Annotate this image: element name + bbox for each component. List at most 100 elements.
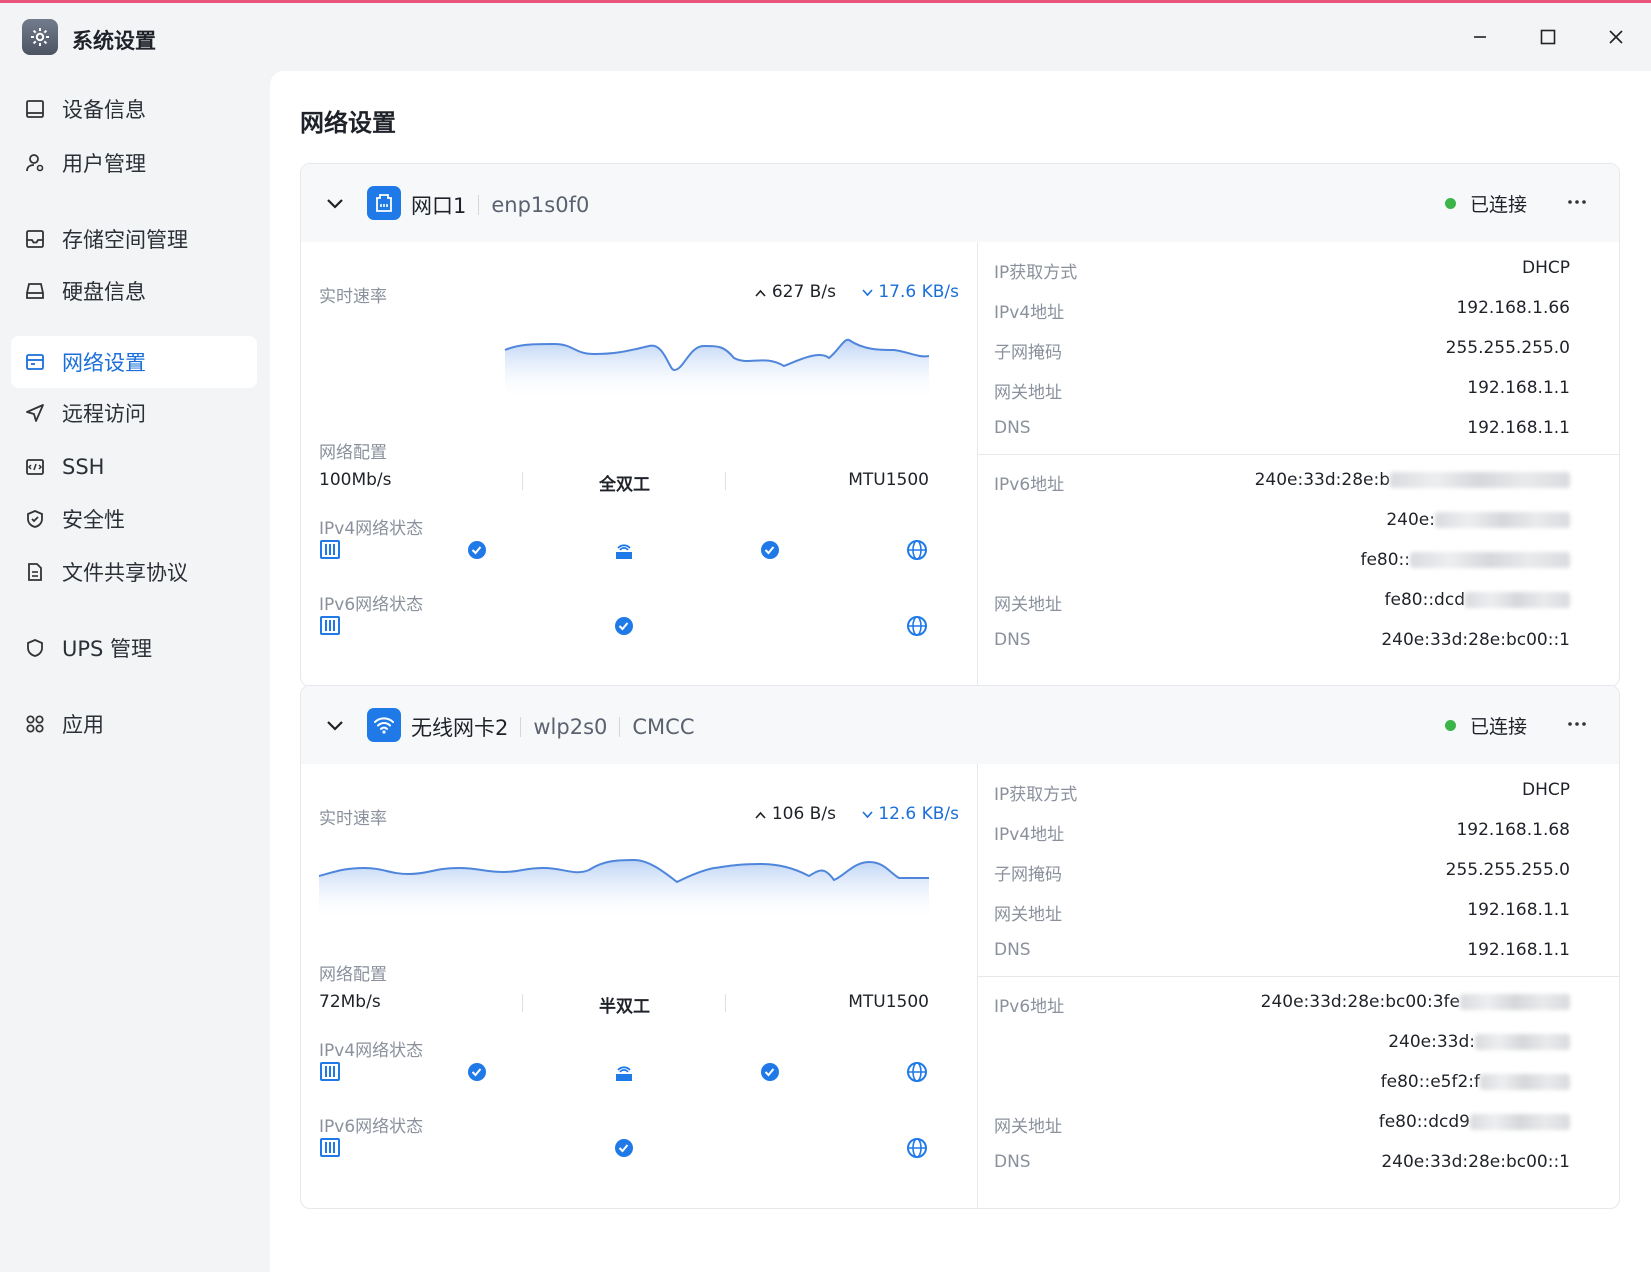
ups-shield-icon <box>24 637 46 659</box>
ipv6-status-label: IPv6网络状态 <box>319 595 424 615</box>
close-icon <box>1609 30 1623 44</box>
ipv6-row: 240e:33d: <box>994 1032 1570 1056</box>
network-card-ethernet: 网口1 enp1s0f0 已连接 实时速率 627 B/s 17.6 KB/s <box>300 163 1620 687</box>
sidebar-item-label: UPS 管理 <box>62 637 153 661</box>
settings-app-icon <box>22 19 58 55</box>
sidebar-item-ssh[interactable]: SSH <box>11 441 257 493</box>
port-icon <box>320 1062 340 1081</box>
gateway6-row: 网关地址 fe80::dcd9 <box>994 1112 1570 1137</box>
router-icon <box>616 544 632 559</box>
document-icon <box>24 561 46 583</box>
gateway6-row: 网关地址 fe80::dcd <box>994 590 1570 615</box>
section-divider <box>978 976 1619 977</box>
sidebar-item-device-info[interactable]: 设备信息 <box>11 83 257 135</box>
connection-status: 已连接 <box>1444 190 1527 217</box>
ipv6-status-path <box>320 616 927 636</box>
mask-row: 子网掩码 255.255.255.0 <box>994 860 1570 885</box>
ipv6-row: fe80:: <box>994 550 1570 574</box>
traffic-pane: 实时速率 106 B/s 12.6 KB/s 网络配置 72Mb/s 半双工 M <box>301 764 977 1208</box>
traffic-chart <box>504 338 929 400</box>
minimize-button[interactable] <box>1460 21 1500 53</box>
sidebar-item-ups[interactable]: UPS 管理 <box>11 622 257 674</box>
sidebar-item-label: 远程访问 <box>62 402 146 426</box>
gateway-row: 网关地址 192.168.1.1 <box>994 378 1570 403</box>
ipv6-status-path <box>320 1138 927 1158</box>
sidebar-item-label: 应用 <box>62 713 104 737</box>
speed-label: 实时速率 <box>319 287 387 307</box>
more-icon <box>1568 200 1586 204</box>
ipv4-row: IPv4地址 192.168.1.66 <box>994 298 1570 323</box>
user-icon <box>24 152 46 174</box>
more-options-button[interactable] <box>1557 186 1597 218</box>
card-header[interactable]: 无线网卡2 wlp2s0 CMCC 已连接 <box>301 686 1619 764</box>
ip-method-row: IP获取方式 DHCP <box>994 780 1570 805</box>
redacted-text <box>1470 1114 1570 1130</box>
ip-method-row: IP获取方式 DHCP <box>994 258 1570 283</box>
maximize-icon <box>1540 29 1556 45</box>
page-title: 网络设置 <box>300 109 396 137</box>
sidebar-item-remote-access[interactable]: 远程访问 <box>11 387 257 439</box>
check-icon <box>761 1063 779 1081</box>
maximize-button[interactable] <box>1528 21 1568 53</box>
ipv4-status-path <box>320 1062 927 1082</box>
card-header[interactable]: 网口1 enp1s0f0 已连接 <box>301 164 1619 242</box>
speed-readout: 106 B/s 12.6 KB/s <box>755 804 959 824</box>
chevron-down-icon[interactable] <box>323 713 347 737</box>
sidebar-item-apps[interactable]: 应用 <box>11 698 257 750</box>
more-options-button[interactable] <box>1557 708 1597 740</box>
dns-row: DNS 192.168.1.1 <box>994 940 1570 960</box>
terminal-icon <box>24 456 46 478</box>
duplex-mode: 全双工 <box>599 475 650 495</box>
header-divider <box>478 195 480 215</box>
globe-icon <box>907 1062 927 1082</box>
address-pane: IP获取方式 DHCP IPv4地址 192.168.1.68 子网掩码 255.25… <box>977 764 1619 1208</box>
check-icon <box>615 617 633 635</box>
sidebar-item-label: 设备信息 <box>62 98 146 122</box>
port-icon <box>320 616 340 635</box>
title-bar: 系统设置 <box>0 3 1651 71</box>
apps-icon <box>24 713 46 735</box>
more-icon <box>1568 722 1586 726</box>
ipv6-row: fe80::e5f2:f <box>994 1072 1570 1096</box>
interface-device: enp1s0f0 <box>491 193 590 217</box>
ethernet-port-icon <box>367 186 401 220</box>
redacted-text <box>1410 552 1570 568</box>
download-area <box>505 339 929 400</box>
download-speed: 12.6 KB/s <box>862 804 959 824</box>
interface-name: 网口1 <box>411 194 467 218</box>
duplex-mode: 半双工 <box>599 997 650 1017</box>
interface-name: 无线网卡2 <box>411 716 509 740</box>
network-card-wireless: 无线网卡2 wlp2s0 CMCC 已连接 实时速率 106 B/s 12.6 … <box>300 685 1620 1209</box>
chevron-down-icon[interactable] <box>323 191 347 215</box>
ipv4-status-label: IPv4网络状态 <box>319 1041 424 1061</box>
ipv6-row: 240e: <box>994 510 1570 534</box>
redacted-text <box>1480 1074 1570 1090</box>
ipv4-row: IPv4地址 192.168.1.68 <box>994 820 1570 845</box>
config-label: 网络配置 <box>319 443 387 463</box>
shield-icon <box>24 508 46 530</box>
sidebar-item-label: 存储空间管理 <box>62 228 188 252</box>
download-speed: 17.6 KB/s <box>862 282 959 302</box>
sidebar-item-label: 用户管理 <box>62 152 146 176</box>
download-area <box>319 860 929 922</box>
connection-status: 已连接 <box>1444 712 1527 739</box>
sidebar-item-file-sharing[interactable]: 文件共享协议 <box>11 546 257 598</box>
sidebar-item-disk-info[interactable]: 硬盘信息 <box>11 265 257 317</box>
storage-icon <box>24 228 46 250</box>
sidebar-item-security[interactable]: 安全性 <box>11 493 257 545</box>
sidebar-item-network[interactable]: 网络设置 <box>11 336 257 388</box>
dns6-row: DNS 240e:33d:28e:bc00::1 <box>994 1152 1570 1172</box>
status-dot <box>1444 198 1456 209</box>
sidebar-item-user-management[interactable]: 用户管理 <box>11 137 257 189</box>
up-arrow-icon <box>755 811 767 819</box>
app-title: 系统设置 <box>72 29 156 53</box>
dns6-row: DNS 240e:33d:28e:bc00::1 <box>994 630 1570 650</box>
redacted-text <box>1435 512 1570 528</box>
send-icon <box>24 402 46 424</box>
globe-icon <box>907 616 927 636</box>
close-button[interactable] <box>1596 21 1636 53</box>
header-divider <box>520 717 522 737</box>
sidebar-item-storage[interactable]: 存储空间管理 <box>11 213 257 265</box>
redacted-text <box>1475 1034 1570 1050</box>
check-icon <box>615 1139 633 1157</box>
